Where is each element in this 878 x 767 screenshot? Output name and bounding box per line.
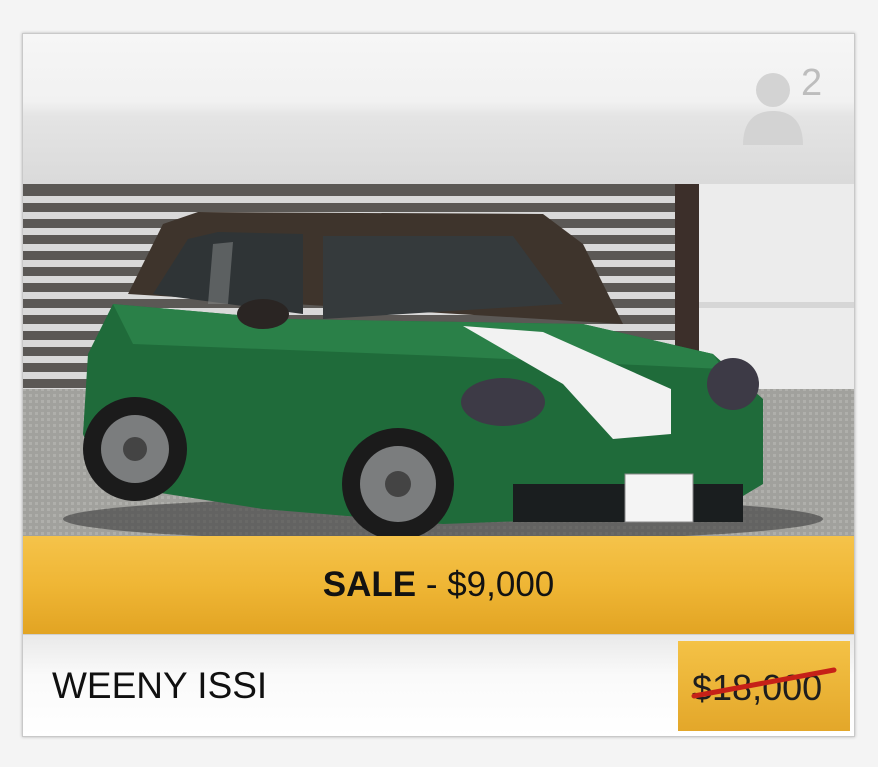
card-footer: WEENY ISSI $18,000	[23, 634, 854, 736]
vehicle-photo	[23, 184, 854, 536]
card-header: 2	[23, 34, 854, 184]
strikethrough-line	[691, 667, 837, 699]
sale-price-text: SALE - $9,000	[323, 565, 555, 605]
sale-price: $9,000	[447, 565, 555, 604]
vehicle-card[interactable]: 2 SALE - $9,000 WEENY ISSI $18,000	[22, 33, 855, 737]
original-price-badge: $18,000	[678, 641, 850, 731]
sale-label: SALE	[322, 565, 417, 604]
player-icon	[743, 73, 803, 145]
vehicle-name: WEENY ISSI	[52, 665, 268, 706]
sale-separator: -	[416, 565, 448, 604]
sale-banner: SALE - $9,000	[23, 536, 854, 634]
player-count: 2	[801, 62, 823, 104]
